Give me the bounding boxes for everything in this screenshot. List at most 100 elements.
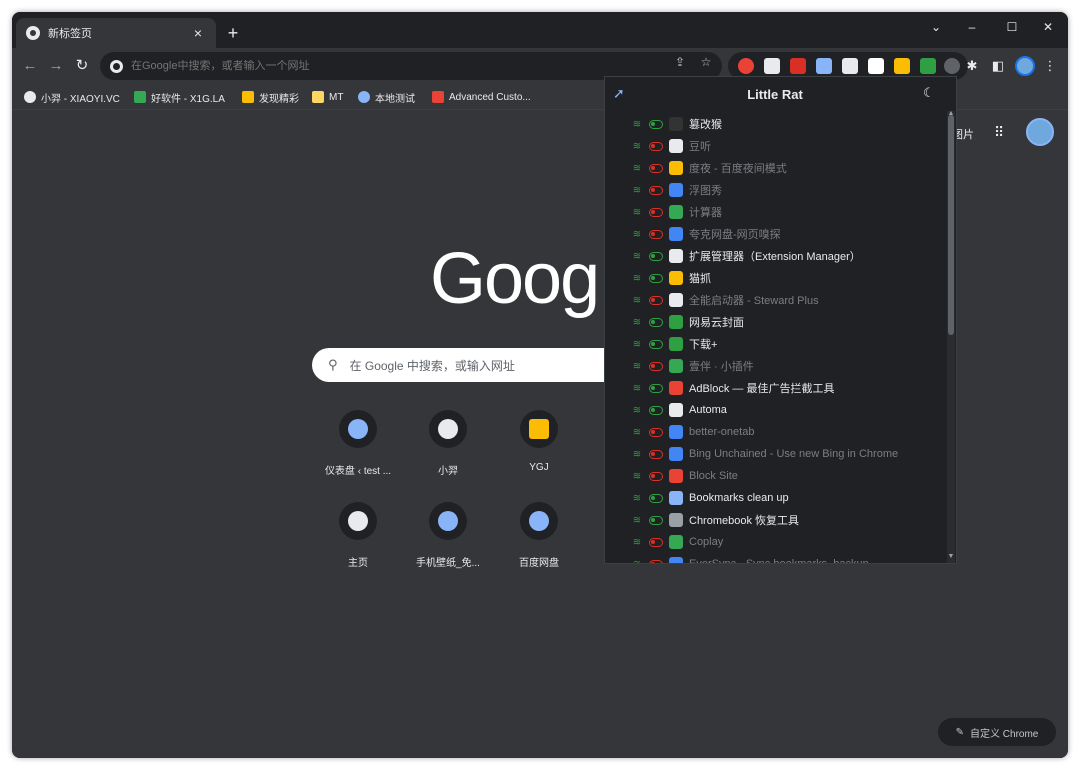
- bookmark-star-icon[interactable]: ☆: [698, 54, 714, 70]
- network-monitor-icon[interactable]: ≋: [631, 163, 643, 174]
- extension-row[interactable]: ≋ Bing Unchained - Use new Bing in Chrome: [605, 443, 945, 465]
- ntp-search-box[interactable]: ⚲ 在 Google 中搜索，或输入网址: [312, 348, 612, 382]
- reload-button[interactable]: ↻: [72, 56, 92, 76]
- network-monitor-icon[interactable]: ≋: [631, 141, 643, 152]
- extension-row[interactable]: ≋ AdBlock — 最佳广告拦截工具: [605, 377, 945, 399]
- enable-toggle[interactable]: [649, 207, 663, 217]
- network-monitor-icon[interactable]: ≋: [631, 427, 643, 438]
- enable-toggle[interactable]: [649, 141, 663, 151]
- extension-row[interactable]: ≋ EverSync - Sync bookmarks, backup: [605, 553, 945, 564]
- heart-extension-icon[interactable]: [790, 58, 806, 74]
- extension-row[interactable]: ≋ 豆听: [605, 135, 945, 157]
- network-monitor-icon[interactable]: ≋: [631, 251, 643, 262]
- network-monitor-icon[interactable]: ≋: [631, 559, 643, 564]
- extension-row[interactable]: ≋ 浮图秀: [605, 179, 945, 201]
- extension-manager-icon[interactable]: [868, 58, 884, 74]
- enable-toggle[interactable]: [649, 537, 663, 547]
- share-icon[interactable]: ⇪: [672, 54, 688, 70]
- new-tab-button[interactable]: +: [222, 22, 244, 44]
- adblock-icon[interactable]: [738, 58, 754, 74]
- enable-toggle[interactable]: [649, 493, 663, 503]
- scrollbar-thumb[interactable]: [948, 115, 954, 335]
- profile-avatar[interactable]: [1015, 56, 1035, 76]
- enable-toggle[interactable]: [649, 405, 663, 415]
- maximize-button[interactable]: ☐: [994, 16, 1030, 38]
- network-monitor-icon[interactable]: ≋: [631, 361, 643, 372]
- extension-row[interactable]: ≋ Coplay: [605, 531, 945, 553]
- enable-toggle[interactable]: [649, 317, 663, 327]
- shortcut-tile[interactable]: 主页: [318, 502, 398, 569]
- extension-row[interactable]: ≋ 扩展管理器（Extension Manager）: [605, 245, 945, 267]
- network-monitor-icon[interactable]: ≋: [631, 515, 643, 526]
- network-monitor-icon[interactable]: ≋: [631, 471, 643, 482]
- bookmark-item[interactable]: 小羿 - XIAOYI.VC: [24, 89, 120, 105]
- side-panel-icon[interactable]: ◧: [988, 56, 1008, 76]
- dark-mode-toggle-icon[interactable]: ☾: [923, 85, 935, 101]
- browser-tab[interactable]: 新标签页 ×: [16, 18, 216, 48]
- back-button[interactable]: ←: [20, 56, 40, 76]
- cat-catch-icon[interactable]: [894, 58, 910, 74]
- extension-row[interactable]: ≋ 网易云封面: [605, 311, 945, 333]
- enable-toggle[interactable]: [649, 251, 663, 261]
- shortcut-tile[interactable]: 百度网盘: [499, 502, 579, 569]
- network-monitor-icon[interactable]: ≋: [631, 317, 643, 328]
- more-menu-icon[interactable]: ⋮: [1040, 56, 1060, 76]
- close-window-button[interactable]: ✕: [1030, 16, 1066, 38]
- enable-toggle[interactable]: [649, 449, 663, 459]
- extension-row[interactable]: ≋ 全能启动器 - Steward Plus: [605, 289, 945, 311]
- tab-search-button[interactable]: ⌄: [918, 16, 954, 38]
- bookmark-item[interactable]: 发现精彩: [242, 89, 299, 105]
- address-input[interactable]: [131, 60, 651, 72]
- extension-row[interactable]: ≋ 计算器: [605, 201, 945, 223]
- network-monitor-icon[interactable]: ≋: [631, 493, 643, 504]
- enable-toggle[interactable]: [649, 339, 663, 349]
- network-monitor-icon[interactable]: ≋: [631, 383, 643, 394]
- customize-chrome-button[interactable]: ✎ 自定义 Chrome: [938, 718, 1056, 746]
- bookmark-item[interactable]: 好软件 - X1G.LA: [134, 89, 225, 105]
- tampermonkey-icon[interactable]: [764, 58, 780, 74]
- extension-row[interactable]: ≋ Bookmarks clean up: [605, 487, 945, 509]
- extension-row[interactable]: ≋ better-onetab: [605, 421, 945, 443]
- enable-toggle[interactable]: [649, 361, 663, 371]
- network-monitor-icon[interactable]: ≋: [631, 207, 643, 218]
- network-monitor-icon[interactable]: ≋: [631, 405, 643, 416]
- network-monitor-icon[interactable]: ≋: [631, 229, 643, 240]
- enable-toggle[interactable]: [649, 185, 663, 195]
- extension-row[interactable]: ≋ 度夜 - 百度夜间模式: [605, 157, 945, 179]
- network-monitor-icon[interactable]: ≋: [631, 295, 643, 306]
- shortcut-tile[interactable]: YGJ: [499, 410, 579, 473]
- extension-row[interactable]: ≋ Block Site: [605, 465, 945, 487]
- network-monitor-icon[interactable]: ≋: [631, 449, 643, 460]
- scroll-down-icon[interactable]: ▼: [947, 553, 955, 560]
- bookmark-item[interactable]: 本地测试: [358, 89, 415, 105]
- network-monitor-icon[interactable]: ≋: [631, 537, 643, 548]
- extension-row[interactable]: ≋ Chromebook 恢复工具: [605, 509, 945, 531]
- extension-row[interactable]: ≋ 下载+: [605, 333, 945, 355]
- ntp-profile-avatar[interactable]: [1026, 118, 1054, 146]
- extension-row[interactable]: ≋ 猫抓: [605, 267, 945, 289]
- enable-toggle[interactable]: [649, 515, 663, 525]
- enable-toggle[interactable]: [649, 383, 663, 393]
- little-rat-icon[interactable]: [944, 58, 960, 74]
- enable-toggle[interactable]: [649, 559, 663, 563]
- extension-row[interactable]: ≋ 夸克网盘-网页嗅探: [605, 223, 945, 245]
- extensions-puzzle-icon[interactable]: ✱: [962, 56, 982, 76]
- enable-toggle[interactable]: [649, 163, 663, 173]
- tab-close-icon[interactable]: ×: [190, 25, 206, 41]
- bookmark-item[interactable]: MT: [312, 89, 343, 105]
- enable-toggle[interactable]: [649, 295, 663, 305]
- music-extension-icon[interactable]: [920, 58, 936, 74]
- extension-row[interactable]: ≋ 壹伴 · 小插件: [605, 355, 945, 377]
- network-monitor-icon[interactable]: ≋: [631, 339, 643, 350]
- enable-toggle[interactable]: [649, 427, 663, 437]
- enable-toggle[interactable]: [649, 273, 663, 283]
- network-monitor-icon[interactable]: ≋: [631, 185, 643, 196]
- shortcut-tile[interactable]: 小羿: [408, 410, 488, 477]
- network-monitor-icon[interactable]: ≋: [631, 273, 643, 284]
- enable-toggle[interactable]: [649, 119, 663, 129]
- apps-grid-icon[interactable]: ⠿: [994, 124, 1010, 140]
- bookmarks-cleanup-icon[interactable]: [816, 58, 832, 74]
- enable-toggle[interactable]: [649, 229, 663, 239]
- enable-toggle[interactable]: [649, 471, 663, 481]
- minimize-button[interactable]: –: [954, 16, 990, 38]
